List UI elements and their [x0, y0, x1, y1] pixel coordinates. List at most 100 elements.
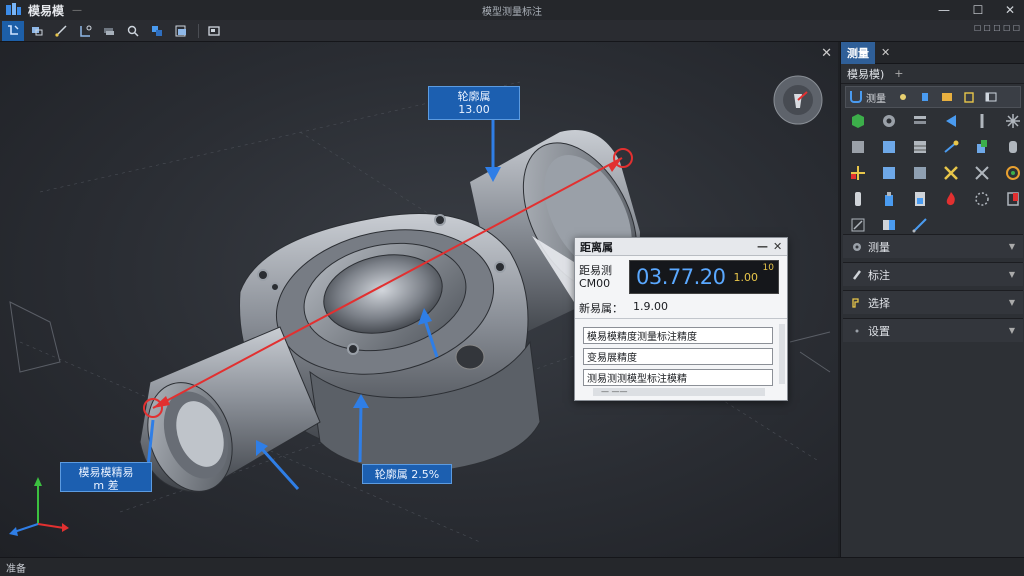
section-measure[interactable]: 测量 ▼ [843, 234, 1023, 258]
tab-measure[interactable]: 测量 [841, 41, 875, 64]
pan-tool-button[interactable] [26, 21, 48, 41]
callout-left-line2: m 差 [93, 479, 119, 492]
dot-icon [855, 329, 859, 332]
distance-superscript: 10 [762, 263, 774, 273]
stack-icon[interactable] [911, 112, 929, 130]
list-item[interactable]: 变易展精度 [583, 348, 773, 365]
snapshot-icon [208, 25, 220, 36]
cross-icon[interactable] [942, 164, 960, 182]
maximize-button[interactable]: ☐ [962, 0, 994, 20]
arrow-left-icon[interactable] [942, 112, 960, 130]
callout-bottom[interactable]: 轮廓属 2.5% [362, 464, 452, 484]
add-tab-button[interactable]: + [894, 67, 903, 80]
section-label: 测量 [868, 240, 890, 254]
view-gizmo-icon[interactable] [773, 75, 823, 125]
layers-stack-icon[interactable] [911, 138, 929, 156]
section-select[interactable]: 选择 ▼ [843, 290, 1023, 314]
list-item[interactable]: 测易测测模型标注模精 [583, 369, 773, 386]
section-label: 选择 [868, 296, 890, 310]
zoom-icon [127, 25, 139, 37]
snowflake-icon[interactable] [1004, 112, 1022, 130]
tab-close-icon[interactable]: ✕ [881, 46, 890, 59]
popup-horizontal-scrollbar[interactable]: — —— [593, 388, 765, 396]
list-item[interactable]: 模易模精度测量标注精度 [583, 327, 773, 344]
layer-tool-button[interactable] [98, 21, 120, 41]
viewport-close-button[interactable]: ✕ [821, 46, 832, 61]
brush-icon [853, 269, 861, 280]
target-icon[interactable] [1004, 164, 1022, 182]
export-icon [175, 25, 186, 36]
callout-top-line2: 13.00 [458, 103, 490, 116]
bottle-icon[interactable] [880, 190, 898, 208]
document-icon[interactable] [911, 190, 929, 208]
window-title: 模型测量标注 [482, 6, 542, 18]
panel-subheader: 模易模) + [841, 64, 1024, 84]
fire-icon[interactable] [942, 190, 960, 208]
tools-icon[interactable] [973, 164, 991, 182]
tool-grid-header[interactable]: 测量 [845, 86, 1021, 108]
gear-icon [853, 242, 861, 251]
dimension-tool-button[interactable] [74, 21, 96, 41]
dimension-icon [80, 25, 92, 37]
distance-label-line2: CM00 [579, 277, 611, 290]
panel-layout-icon[interactable] [985, 91, 997, 103]
secondary-label: 新易属： [579, 302, 623, 315]
magnet-icon [850, 91, 862, 103]
grid-snap-icon[interactable] [849, 164, 867, 182]
image-icon[interactable] [941, 91, 953, 103]
callout-top-line1: 轮廓属 [457, 90, 491, 103]
lasso-icon[interactable] [973, 190, 991, 208]
panel-extra-icons[interactable]: ☐ ☐ ☐ ☐ ☐ [974, 24, 1020, 33]
status-text: 准备 [6, 563, 26, 575]
export-tool-button[interactable] [170, 21, 192, 41]
popup-close-button[interactable]: ✕ [773, 240, 782, 253]
box-icon[interactable] [849, 138, 867, 156]
callout-left[interactable]: 模易模精易 m 差 [60, 462, 152, 492]
popup-header[interactable]: 距离属 — ✕ [575, 238, 787, 256]
panel-icon[interactable] [911, 164, 929, 182]
bolt-icon[interactable] [973, 112, 991, 130]
flag-icon[interactable] [1004, 190, 1022, 208]
title-menu-button[interactable]: — [72, 5, 82, 16]
material-tool-button[interactable] [146, 21, 168, 41]
distance-label: 距易测 CM00 [579, 260, 629, 304]
section-settings[interactable]: 设置 ▼ [843, 318, 1023, 342]
callout-top[interactable]: 轮廓属 13.00 [428, 86, 520, 120]
solid-icon[interactable] [880, 164, 898, 182]
minimize-button[interactable]: — [928, 0, 960, 20]
measurement-list: 模易模精度测量标注精度 变易展精度 测易测测模型标注模精 [583, 327, 773, 390]
resize-icon[interactable] [849, 216, 867, 234]
sweep-icon[interactable] [942, 138, 960, 156]
distance-label-line1: 距易测 [579, 264, 612, 277]
measurement-popup[interactable]: 距离属 — ✕ 距易测 CM00 03.77.20 1.00 10 新易属： 1… [574, 237, 788, 401]
select-tool-icon [8, 24, 19, 35]
clipboard-icon[interactable] [963, 91, 975, 103]
cube-icon[interactable] [849, 112, 867, 130]
sparkle-icon[interactable] [897, 91, 909, 103]
popup-minimize-button[interactable]: — [757, 240, 768, 253]
panel-sub-label[interactable]: 模易模) [847, 66, 884, 82]
bucket-icon[interactable] [919, 91, 931, 103]
close-window-button[interactable]: ✕ [994, 0, 1024, 20]
ruler-icon [55, 24, 67, 37]
select-tool-button[interactable] [2, 20, 24, 41]
gear-icon[interactable] [880, 112, 898, 130]
chevron-down-icon: ▼ [1008, 326, 1015, 335]
popup-vertical-scrollbar[interactable] [779, 324, 785, 384]
section-label: 标注 [868, 268, 890, 282]
zoom-tool-button[interactable] [122, 21, 144, 41]
section-annotate[interactable]: 标注 ▼ [843, 262, 1023, 286]
cylinder-icon[interactable] [1004, 138, 1022, 156]
chevron-down-icon: ▼ [1008, 242, 1015, 251]
mirror-icon[interactable] [880, 216, 898, 234]
3d-viewport[interactable]: ✕ 轮廓属 13.00 模易模精易 m 差 轮廓属 2.5% 距离属 — ✕ 距… [0, 42, 838, 557]
extrude-icon[interactable] [973, 138, 991, 156]
list-item-text: 测易测测模型标注模精 [587, 374, 687, 385]
shell-icon[interactable] [880, 138, 898, 156]
measure-tool-button[interactable] [50, 21, 72, 41]
snapshot-tool-button[interactable] [203, 21, 225, 41]
tool-grid-label: 测量 [866, 93, 886, 105]
line-tool-icon[interactable] [911, 216, 929, 234]
pillar-icon[interactable] [849, 190, 867, 208]
section-label: 设置 [868, 324, 890, 338]
